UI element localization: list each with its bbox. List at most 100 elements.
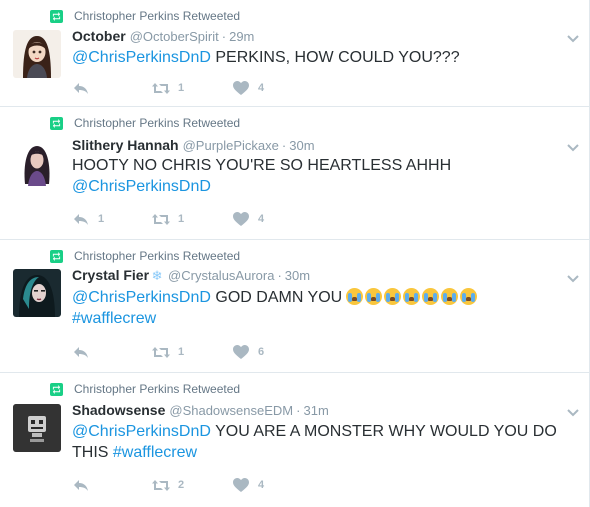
retweet-context-text[interactable]: Christopher Perkins Retweeted: [74, 249, 240, 263]
display-name[interactable]: Slithery Hannah: [72, 137, 179, 153]
user-handle[interactable]: @PurplePickaxe: [183, 138, 279, 153]
separator-dot: ·: [281, 138, 287, 153]
loudly-crying-face-emoji: [365, 288, 383, 305]
tweet-text: @ChrisPerkinsDnD YOU ARE A MONSTER WHY W…: [72, 421, 567, 463]
retweet-count: 2: [178, 479, 185, 491]
like-button[interactable]: 4: [232, 80, 312, 96]
reply-icon: [72, 344, 90, 360]
reply-count: 1: [98, 213, 105, 225]
reply-button[interactable]: [72, 80, 152, 96]
tweet-body: PERKINS, HOW COULD YOU???: [210, 49, 460, 66]
loudly-crying-face-emoji: [384, 288, 402, 305]
loudly-crying-face-emoji: [441, 288, 459, 305]
chevron-down-icon[interactable]: [566, 140, 580, 152]
tweet-body: HOOTY NO CHRIS YOU'RE SO HEARTLESS AHHH: [72, 157, 452, 174]
snowflake-icon: ❄: [151, 268, 163, 283]
tweet-actions: 2 4: [72, 476, 312, 494]
reply-button[interactable]: [72, 477, 152, 493]
like-count: 6: [258, 346, 265, 358]
avatar[interactable]: [13, 269, 61, 317]
user-handle[interactable]: @CrystalusAurora: [168, 268, 274, 283]
mention-link[interactable]: @ChrisPerkinsDnD: [72, 289, 211, 306]
hashtag-link[interactable]: #wafflecrew: [72, 310, 156, 327]
reply-icon: [72, 477, 90, 493]
retweet-icon: [152, 344, 170, 360]
tweet-text: @ChrisPerkinsDnD GOD DAMN YOU #wafflecre…: [72, 287, 567, 329]
tweet-header: Crystal Fier ❄ @CrystalusAurora · 30m: [72, 267, 310, 285]
retweet-context-text[interactable]: Christopher Perkins Retweeted: [74, 382, 240, 396]
chevron-down-icon[interactable]: [566, 271, 580, 283]
mention-link[interactable]: @ChrisPerkinsDnD: [72, 178, 211, 195]
user-handle[interactable]: @ShadowsenseEDM: [169, 403, 293, 418]
chevron-down-icon[interactable]: [566, 405, 580, 417]
avatar[interactable]: [13, 404, 61, 452]
loudly-crying-face-emoji: [460, 288, 478, 305]
reply-icon: [72, 80, 90, 96]
avatar[interactable]: [13, 138, 61, 186]
tweet-text: HOOTY NO CHRIS YOU'RE SO HEARTLESS AHHH …: [72, 155, 567, 197]
tweet-header: Slithery Hannah @PurplePickaxe · 30m: [72, 137, 315, 155]
tweet-body-continued: THIS: [72, 444, 113, 461]
reply-button[interactable]: [72, 344, 152, 360]
tweet[interactable]: Christopher Perkins Retweeted Shadowsens…: [0, 373, 589, 507]
loudly-crying-face-emoji: [422, 288, 440, 305]
display-name[interactable]: Shadowsense: [72, 402, 165, 418]
retweet-count: 1: [178, 213, 185, 225]
tweet-body: GOD DAMN YOU: [210, 289, 343, 306]
retweet-context: Christopher Perkins Retweeted: [50, 8, 240, 24]
like-button[interactable]: 6: [232, 344, 312, 360]
chevron-down-icon[interactable]: [566, 31, 580, 43]
timestamp[interactable]: 30m: [285, 268, 310, 283]
separator-dot: ·: [221, 29, 227, 44]
loudly-crying-face-emoji: [346, 288, 364, 305]
display-name[interactable]: Crystal Fier: [72, 267, 149, 283]
retweet-icon: [50, 382, 63, 396]
retweet-button[interactable]: 2: [152, 477, 232, 493]
like-button[interactable]: 4: [232, 211, 312, 227]
separator-dot: ·: [277, 268, 282, 283]
avatar[interactable]: [13, 30, 61, 78]
retweet-icon: [50, 116, 63, 130]
timestamp[interactable]: 30m: [289, 138, 314, 153]
retweet-icon: [50, 9, 63, 23]
retweet-button[interactable]: 1: [152, 211, 232, 227]
tweet-body: YOU ARE A MONSTER WHY WOULD YOU DO: [210, 423, 557, 440]
retweet-context-text[interactable]: Christopher Perkins Retweeted: [74, 9, 240, 23]
tweet-actions: 1 4: [72, 79, 312, 97]
heart-icon: [232, 477, 250, 493]
timeline: Christopher Perkins Retweeted October @O…: [0, 0, 590, 507]
retweet-context: Christopher Perkins Retweeted: [50, 115, 240, 131]
retweet-count: 1: [178, 82, 185, 94]
tweet-text: @ChrisPerkinsDnD PERKINS, HOW COULD YOU?…: [72, 47, 567, 68]
mention-link[interactable]: @ChrisPerkinsDnD: [72, 423, 211, 440]
separator-dot: ·: [296, 403, 301, 418]
mention-link[interactable]: @ChrisPerkinsDnD: [72, 49, 211, 66]
timestamp[interactable]: 31m: [303, 403, 328, 418]
retweet-count: 1: [178, 346, 185, 358]
heart-icon: [232, 344, 250, 360]
reply-icon: [72, 211, 90, 227]
retweet-icon: [152, 211, 170, 227]
retweet-icon: [50, 249, 63, 263]
timestamp[interactable]: 29m: [229, 29, 254, 44]
tweet[interactable]: Christopher Perkins Retweeted October @O…: [0, 0, 589, 107]
reply-button[interactable]: 1: [72, 211, 152, 227]
retweet-button[interactable]: 1: [152, 344, 232, 360]
user-handle[interactable]: @OctoberSpirit: [130, 29, 219, 44]
like-count: 4: [258, 213, 265, 225]
emoji-row: [346, 288, 478, 305]
like-count: 4: [258, 82, 265, 94]
tweet[interactable]: Christopher Perkins Retweeted Crystal Fi…: [0, 240, 589, 373]
heart-icon: [232, 211, 250, 227]
tweet-header: October @OctoberSpirit · 29m: [72, 28, 254, 46]
like-button[interactable]: 4: [232, 477, 312, 493]
hashtag-link[interactable]: #wafflecrew: [113, 444, 197, 461]
retweet-button[interactable]: 1: [152, 80, 232, 96]
tweet-actions: 1 6: [72, 343, 312, 361]
tweet[interactable]: Christopher Perkins Retweeted Slithery H…: [0, 107, 589, 240]
retweet-context-text[interactable]: Christopher Perkins Retweeted: [74, 116, 240, 130]
display-name[interactable]: October: [72, 28, 126, 44]
like-count: 4: [258, 479, 265, 491]
tweet-header: Shadowsense @ShadowsenseEDM · 31m: [72, 402, 329, 420]
loudly-crying-face-emoji: [403, 288, 421, 305]
